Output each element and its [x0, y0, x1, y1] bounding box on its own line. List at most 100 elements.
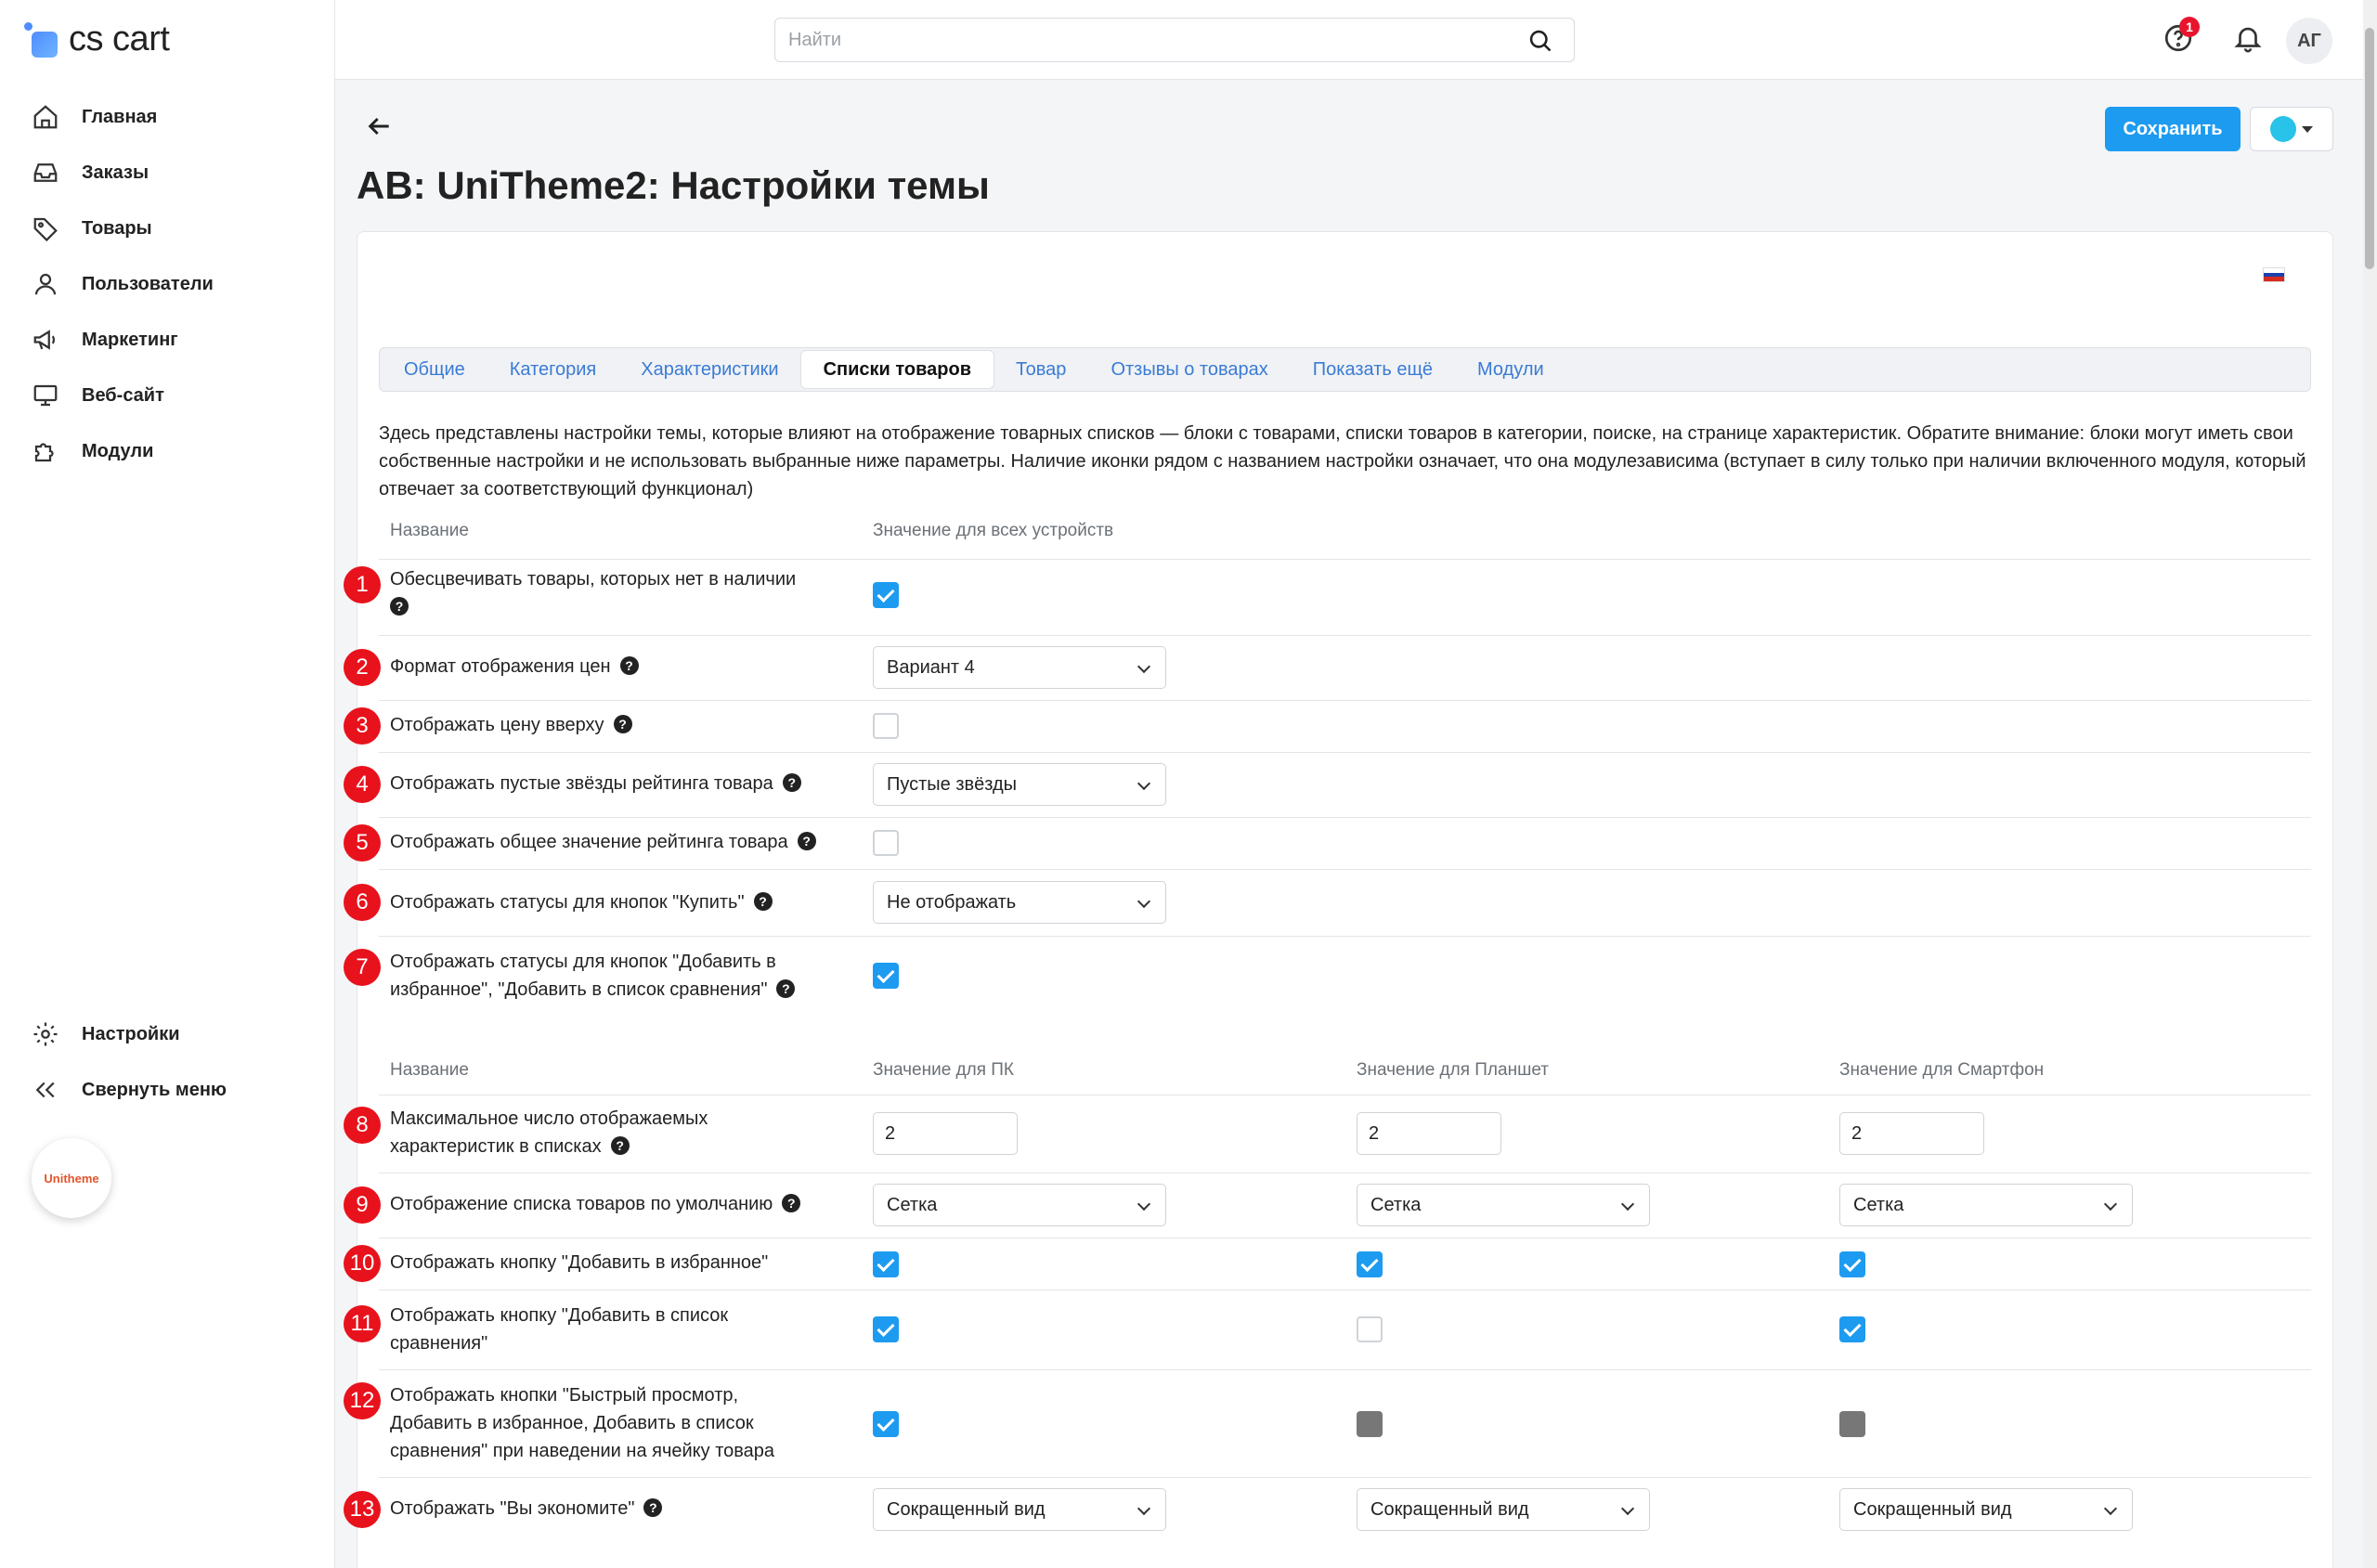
tab-general[interactable]: Общие: [382, 348, 487, 391]
setting-select-pc[interactable]: Сокращенный вид: [873, 1488, 1166, 1531]
setting-checkbox-phone-disabled: [1839, 1411, 1865, 1437]
sidebar-item-products[interactable]: Товары: [0, 201, 335, 256]
tab-product-lists[interactable]: Списки товаров: [800, 351, 994, 388]
sidebar-item-users[interactable]: Пользователи: [0, 256, 335, 312]
setting-row: 9 Отображение списка товаров по умолчани…: [344, 1173, 2311, 1238]
setting-select-tablet[interactable]: Сокращенный вид: [1357, 1488, 1650, 1531]
addon-menu-button[interactable]: [2250, 107, 2333, 151]
sidebar-item-label: Веб-сайт: [82, 384, 164, 406]
notifications-button[interactable]: [2232, 22, 2266, 56]
setting-checkbox[interactable]: [873, 582, 899, 608]
setting-row: 8 Максимальное число отображаемых характ…: [344, 1095, 2311, 1173]
search-input[interactable]: [775, 19, 1500, 61]
sidebar-item-settings[interactable]: Настройки: [0, 1006, 335, 1062]
setting-row: 11 Отображать кнопку "Добавить в список …: [344, 1290, 2311, 1370]
setting-label: Отображать цену вверху?: [390, 711, 854, 739]
row-number-marker: 12: [344, 1382, 381, 1419]
setting-select-phone[interactable]: Сетка: [1839, 1184, 2133, 1226]
sidebar-item-website[interactable]: Веб-сайт: [0, 368, 335, 423]
setting-row: 3 Отображать цену вверху?: [344, 701, 2311, 753]
setting-checkbox-tablet[interactable]: [1357, 1251, 1383, 1277]
russian-flag-icon[interactable]: [2263, 267, 2285, 282]
setting-label-text: Отображение списка товаров по умолчанию: [390, 1194, 773, 1214]
sidebar-nav: Главная Заказы Товары Пользователи Марке…: [0, 89, 335, 479]
column-phone-header: Значение для Смартфон: [1839, 1060, 2045, 1080]
back-button[interactable]: [364, 111, 397, 145]
row-number-marker: 6: [344, 884, 381, 921]
row-number-marker: 9: [344, 1186, 381, 1224]
setting-input-phone[interactable]: [1839, 1112, 1984, 1155]
setting-select-pc[interactable]: Сетка: [873, 1184, 1166, 1226]
setting-row: 10 Отображать кнопку "Добавить в избранн…: [344, 1238, 2311, 1290]
setting-checkbox-pc[interactable]: [873, 1411, 899, 1437]
help-button[interactable]: 1: [2163, 17, 2200, 56]
setting-label-text: Отображать общее значение рейтинга товар…: [390, 832, 788, 852]
setting-checkbox[interactable]: [873, 713, 899, 739]
setting-checkbox[interactable]: [873, 963, 899, 989]
setting-select[interactable]: Вариант 4: [873, 646, 1166, 689]
row-number-marker: 3: [344, 707, 381, 745]
tab-features[interactable]: Характеристики: [618, 348, 800, 391]
tab-product[interactable]: Товар: [994, 348, 1088, 391]
page-title: AB: UniTheme2: Настройки темы: [357, 163, 990, 207]
row-number-marker: 4: [344, 766, 381, 803]
setting-input-pc[interactable]: [873, 1112, 1018, 1155]
help-icon[interactable]: ?: [619, 655, 639, 675]
logo[interactable]: cs cart: [24, 17, 170, 61]
tab-show-more[interactable]: Показать ещё: [1291, 348, 1455, 391]
sidebar-item-marketing[interactable]: Маркетинг: [0, 312, 335, 368]
help-icon[interactable]: ?: [753, 891, 773, 911]
help-icon[interactable]: ?: [613, 714, 632, 733]
addon-icon: [2270, 116, 2296, 142]
save-button[interactable]: Сохранить: [2105, 107, 2241, 151]
setting-select[interactable]: Не отображать: [873, 881, 1166, 924]
help-icon[interactable]: ?: [776, 978, 796, 998]
setting-label-text: Формат отображения цен: [390, 656, 611, 677]
tab-reviews[interactable]: Отзывы о товарах: [1088, 348, 1290, 391]
column-pc-header: Значение для ПК: [873, 1060, 1014, 1080]
setting-select[interactable]: Пустые звёзды: [873, 763, 1166, 806]
setting-checkbox-tablet[interactable]: [1357, 1316, 1383, 1342]
setting-label-text: Максимальное число отображаемых характер…: [390, 1108, 708, 1157]
help-icon[interactable]: ?: [610, 1135, 630, 1155]
topbar: 1 АГ: [335, 0, 2363, 80]
help-icon[interactable]: ?: [643, 1497, 663, 1517]
setting-select-phone[interactable]: Сокращенный вид: [1839, 1488, 2133, 1531]
setting-label: Отображение списка товаров по умолчанию?: [390, 1190, 873, 1218]
search-icon[interactable]: [1527, 28, 1553, 54]
setting-checkbox-phone[interactable]: [1839, 1251, 1865, 1277]
setting-checkbox-pc[interactable]: [873, 1251, 899, 1277]
caret-down-icon: [2302, 125, 2313, 133]
tab-category[interactable]: Категория: [487, 348, 619, 391]
tag-icon: [33, 217, 58, 242]
setting-checkbox-phone[interactable]: [1839, 1316, 1865, 1342]
help-icon[interactable]: ?: [782, 772, 801, 792]
help-icon[interactable]: ?: [390, 596, 409, 616]
sidebar-item-home[interactable]: Главная: [0, 89, 335, 145]
setting-input-tablet[interactable]: [1357, 1112, 1501, 1155]
unitheme-badge[interactable]: Unitheme: [32, 1138, 111, 1218]
sidebar-item-orders[interactable]: Заказы: [0, 145, 335, 201]
help-icon[interactable]: ?: [797, 831, 816, 850]
column-value-header: Значение для всех устройств: [873, 521, 1114, 540]
unitheme-badge-text: Unitheme: [44, 1171, 99, 1186]
setting-checkbox[interactable]: [873, 830, 899, 856]
tab-addons[interactable]: Модули: [1455, 348, 1566, 391]
avatar[interactable]: АГ: [2286, 18, 2332, 64]
setting-label: Отображать статусы для кнопок "Добавить …: [390, 948, 854, 1004]
setting-label: Формат отображения цен?: [390, 653, 854, 680]
setting-select-tablet[interactable]: Сетка: [1357, 1184, 1650, 1226]
table-header: Название Значение для всех устройств: [379, 513, 2311, 560]
setting-checkbox-pc[interactable]: [873, 1316, 899, 1342]
help-icon[interactable]: ?: [782, 1193, 801, 1212]
sidebar-item-label: Заказы: [82, 162, 149, 183]
scrollbar-thumb[interactable]: [2365, 28, 2374, 269]
setting-label: Отображать пустые звёзды рейтинга товара…: [390, 770, 891, 797]
setting-row: 12 Отображать кнопки "Быстрый просмотр, …: [344, 1370, 2311, 1478]
sidebar-bottom: Настройки Свернуть меню: [0, 1006, 335, 1118]
table-header: Название Значение для ПК Значение для Пл…: [379, 1053, 2311, 1095]
setting-label: Отображать общее значение рейтинга товар…: [390, 828, 891, 856]
sidebar-collapse-button[interactable]: Свернуть меню: [0, 1062, 335, 1118]
sidebar-item-modules[interactable]: Модули: [0, 423, 335, 479]
setting-label: Обесцвечивать товары, которых нет в нали…: [390, 565, 854, 621]
